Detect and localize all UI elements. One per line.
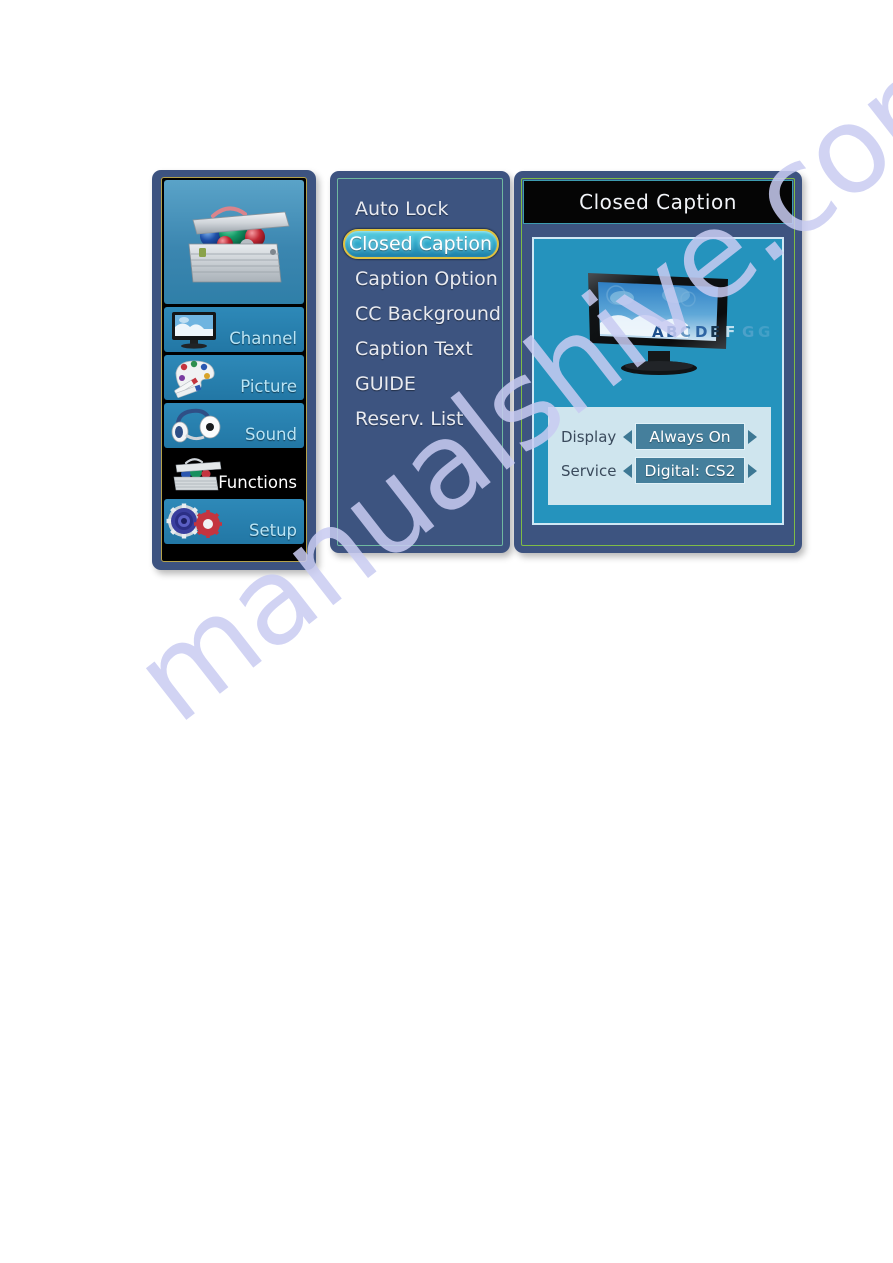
menu-item-label: CC Background [355,302,501,325]
detail-panel: Closed Caption A B C D E F G G Display A… [514,171,802,553]
sidebar-item-channel[interactable]: Channel [164,307,304,352]
sidebar-item-label: Functions [218,473,297,492]
sidebar-item-label: Picture [240,377,297,396]
menu-item-reserv-list[interactable]: Reserv. List [338,401,502,436]
menu-item-closed-caption[interactable]: Closed Caption [338,226,502,261]
menu-item-label: Closed Caption [348,232,493,255]
sidebar-inner: Channel Picture Sound Functions Setup [161,177,307,562]
sidebar-panel: Channel Picture Sound Functions Setup [152,170,316,570]
detail-title-bar: Closed Caption [523,180,793,224]
detail-inner: Closed Caption A B C D E F G G Display A… [521,178,795,546]
sidebar-item-sound[interactable]: Sound [164,403,304,448]
tv-osd-menu: Channel Picture Sound Functions Setup Au… [152,170,802,570]
arrow-left-icon[interactable] [623,429,632,444]
menu-item-highlight-pill: Closed Caption [342,228,499,259]
setting-row-display: Display Always On [548,421,771,452]
menu-list: Auto Lock Closed Caption Caption Option … [337,178,503,546]
svg-text:G: G [758,323,770,341]
setting-value-display[interactable]: Always On [635,423,745,450]
menu-item-cc-background[interactable]: CC Background [338,296,502,331]
gears-icon [166,503,222,539]
sidebar-hero-tile [164,180,304,304]
preview-box: A B C D E F G G Display Always On Servic… [532,237,784,525]
menu-item-label: Caption Text [355,337,473,360]
menu-item-caption-text[interactable]: Caption Text [338,331,502,366]
menu-item-label: Caption Option [355,267,498,290]
menu-item-label: Reserv. List [355,407,464,430]
menu-item-auto-lock[interactable]: Auto Lock [338,191,502,226]
sidebar-item-setup[interactable]: Setup [164,499,304,544]
sidebar-item-picture[interactable]: Picture [164,355,304,400]
setting-label: Service [561,461,617,480]
sidebar-item-label: Sound [245,425,297,444]
sidebar-item-label: Setup [248,521,297,540]
menu-item-guide[interactable]: GUIDE [338,366,502,401]
svg-text:G: G [742,323,754,341]
setting-row-service: Service Digital: CS2 [548,455,771,486]
arrow-right-icon[interactable] [748,429,757,444]
sidebar-item-label: Channel [229,329,297,348]
sidebar-item-functions[interactable]: Functions [164,451,304,496]
settings-card: Display Always On Service Digital: CS2 [548,407,771,505]
menu-item-label: Auto Lock [355,197,449,220]
paint-palette-icon [174,360,215,398]
toolbox-icon [188,206,290,283]
setting-value-service[interactable]: Digital: CS2 [635,457,745,484]
setting-label: Display [561,427,617,446]
page-title: Closed Caption [579,190,737,214]
headphones-icon [171,408,221,443]
arrow-right-icon[interactable] [748,463,757,478]
tv-with-captions-icon [588,273,728,375]
menu-item-label: GUIDE [355,372,416,395]
arrow-left-icon[interactable] [623,463,632,478]
menu-panel: Auto Lock Closed Caption Caption Option … [330,171,510,553]
tv-monitor-icon [172,312,216,349]
menu-item-caption-option[interactable]: Caption Option [338,261,502,296]
